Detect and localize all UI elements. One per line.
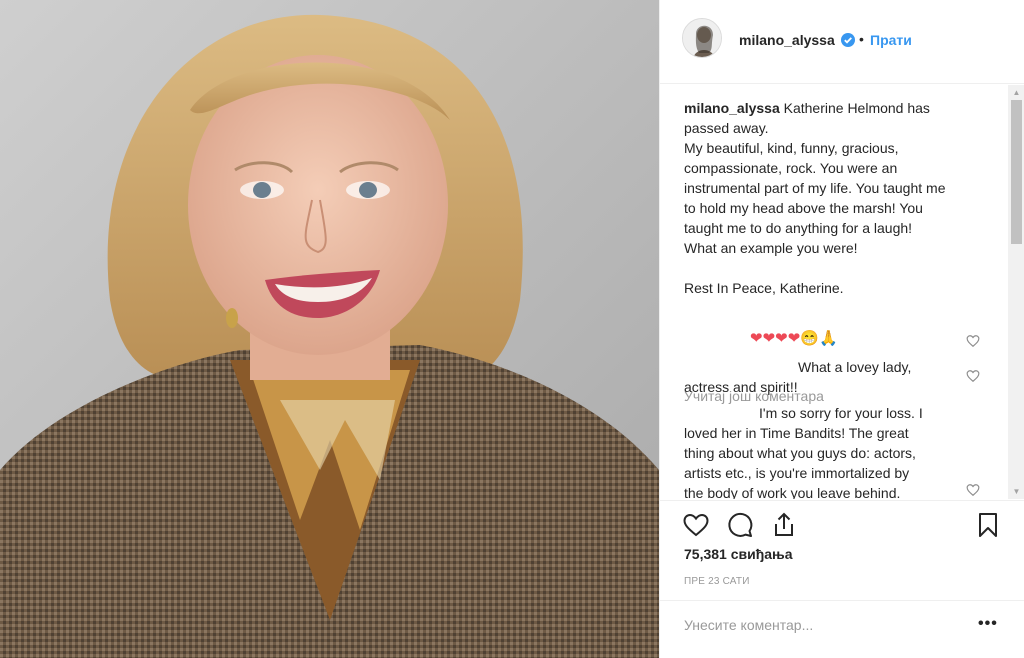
comment-like-heart-icon[interactable] — [966, 483, 980, 497]
caption-line: Rest In Peace, Katherine. — [684, 280, 844, 296]
caption-username[interactable]: milano_alyssa — [684, 100, 780, 116]
likes-count[interactable]: 75,381 свиђања — [684, 546, 793, 562]
comment-line: artists etc., is you're immortalized by — [684, 465, 910, 481]
heart-icon[interactable] — [682, 511, 710, 539]
comment-line: I'm so sorry for your loss. I — [759, 405, 923, 421]
caption-line: What an example you were! — [684, 240, 858, 256]
comment-like-heart-icon[interactable] — [966, 334, 980, 348]
comment-line: actress and spirit!! — [684, 379, 798, 395]
comment-emoji: ❤❤❤❤😁🙏 — [750, 330, 838, 347]
post-actions — [660, 500, 1024, 550]
author-username[interactable]: milano_alyssa — [739, 32, 835, 48]
add-comment-box: ••• — [660, 600, 1024, 658]
verified-icon — [841, 33, 855, 47]
comment-line: the body of work you leave behind. — [684, 485, 901, 499]
caption-line: passed away. — [684, 120, 769, 136]
post-header: milano_alyssa • Прати — [660, 0, 1024, 84]
follow-button[interactable]: Прати — [870, 32, 912, 48]
avatar[interactable] — [682, 18, 722, 58]
share-icon[interactable] — [770, 511, 798, 539]
comment-icon[interactable] — [726, 511, 754, 539]
caption-line: taught me to do anything for a laugh! — [684, 220, 913, 236]
comment-line: thing about what you guys do: actors, — [684, 445, 916, 461]
caption-line: to hold my head above the marsh! You — [684, 200, 923, 216]
caption-line: Katherine Helmond has — [783, 100, 930, 116]
post-sidebar: milano_alyssa • Прати milano_alyssa Kath… — [659, 0, 1024, 658]
more-options-button[interactable]: ••• — [978, 615, 998, 633]
comments-list[interactable]: milano_alyssa Katherine Helmond has pass… — [660, 85, 1008, 499]
comment-line: loved her in Time Bandits! The great — [684, 425, 909, 441]
comment-line: What a lovey lady, — [798, 359, 912, 375]
portrait-image — [0, 0, 659, 658]
post-timestamp[interactable]: ПРЕ 23 САТИ — [684, 576, 750, 587]
comment-like-heart-icon[interactable] — [966, 369, 980, 383]
caption-line: instrumental part of my life. You taught… — [684, 180, 946, 196]
post-caption: milano_alyssa Katherine Helmond has pass… — [684, 98, 984, 298]
caption-line: compassionate, rock. You were an — [684, 160, 898, 176]
scrollbar-thumb[interactable] — [1011, 100, 1022, 244]
scroll-down-arrow-icon[interactable]: ▼ — [1008, 484, 1024, 499]
separator-dot: • — [859, 31, 864, 47]
post-photo[interactable] — [0, 0, 659, 658]
bookmark-icon[interactable] — [974, 511, 1002, 539]
add-comment-input[interactable] — [684, 617, 964, 633]
scroll-up-arrow-icon[interactable]: ▲ — [1008, 85, 1024, 100]
caption-line: My beautiful, kind, funny, gracious, — [684, 140, 899, 156]
